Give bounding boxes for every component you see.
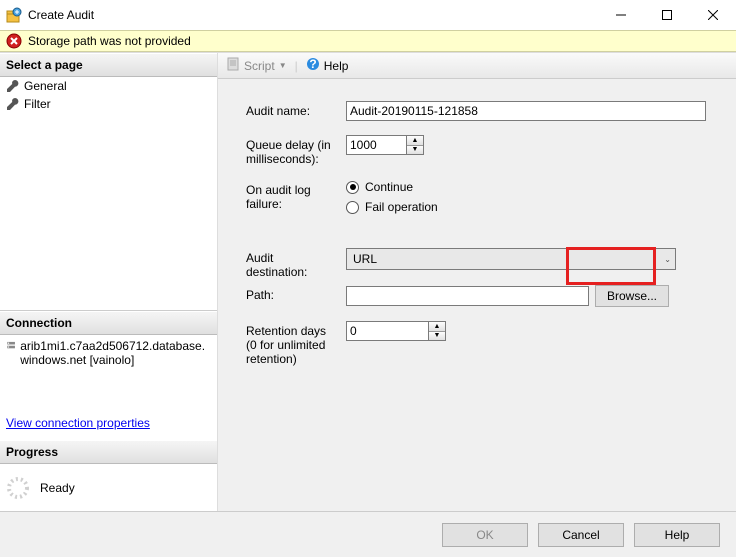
page-item-filter[interactable]: Filter bbox=[0, 95, 217, 113]
retention-input[interactable] bbox=[346, 321, 428, 341]
script-label: Script bbox=[244, 59, 275, 73]
page-item-label: Filter bbox=[24, 97, 51, 111]
left-pane: Select a page General Filter Connection … bbox=[0, 53, 218, 511]
select-value: URL bbox=[353, 252, 377, 266]
wrench-icon bbox=[6, 97, 20, 111]
queue-delay-label: Queue delay (in milliseconds): bbox=[246, 135, 338, 166]
audit-destination-label: Audit destination: bbox=[246, 248, 338, 279]
select-page-header: Select a page bbox=[0, 53, 217, 77]
help-label: Help bbox=[324, 59, 349, 73]
spin-down-button[interactable]: ▼ bbox=[429, 332, 445, 341]
connection-server: arib1mi1.c7aa2d506712.database.windows.n… bbox=[20, 339, 211, 367]
queue-delay-input[interactable] bbox=[346, 135, 406, 155]
app-icon bbox=[6, 7, 22, 23]
error-message: Storage path was not provided bbox=[28, 34, 191, 48]
path-input[interactable] bbox=[346, 286, 589, 306]
script-icon bbox=[226, 57, 240, 74]
toolbar: Script ▼ | ? Help bbox=[218, 53, 736, 79]
svg-text:?: ? bbox=[309, 57, 316, 71]
script-button[interactable]: Script ▼ bbox=[222, 55, 291, 76]
page-item-general[interactable]: General bbox=[0, 77, 217, 95]
progress-spinner-icon bbox=[6, 476, 30, 500]
spin-down-button[interactable]: ▼ bbox=[407, 146, 423, 155]
audit-name-input[interactable] bbox=[346, 101, 706, 121]
help-button[interactable]: Help bbox=[634, 523, 720, 547]
progress-header: Progress bbox=[0, 440, 217, 464]
retention-label: Retention days (0 for unlimited retentio… bbox=[246, 321, 338, 366]
on-failure-label: On audit log failure: bbox=[246, 180, 338, 211]
help-button[interactable]: ? Help bbox=[302, 55, 353, 76]
browse-button[interactable]: Browse... bbox=[595, 285, 669, 307]
chevron-down-icon: ▼ bbox=[279, 61, 287, 70]
ok-button[interactable]: OK bbox=[442, 523, 528, 547]
radio-label: Continue bbox=[365, 180, 413, 194]
help-icon: ? bbox=[306, 57, 320, 74]
error-bar: Storage path was not provided bbox=[0, 30, 736, 52]
form-area: Audit name: Queue delay (in milliseconds… bbox=[218, 79, 736, 511]
cancel-button[interactable]: Cancel bbox=[538, 523, 624, 547]
progress-status: Ready bbox=[40, 481, 75, 495]
window-title: Create Audit bbox=[28, 8, 94, 22]
audit-name-label: Audit name: bbox=[246, 101, 338, 118]
radio-icon bbox=[346, 181, 359, 194]
spin-up-button[interactable]: ▲ bbox=[429, 322, 445, 332]
error-icon bbox=[6, 33, 22, 49]
close-button[interactable] bbox=[690, 0, 736, 30]
connection-header: Connection bbox=[0, 311, 217, 335]
dialog-footer: OK Cancel Help bbox=[0, 511, 736, 557]
radio-icon bbox=[346, 201, 359, 214]
maximize-button[interactable] bbox=[644, 0, 690, 30]
radio-label: Fail operation bbox=[365, 200, 438, 214]
minimize-button[interactable] bbox=[598, 0, 644, 30]
path-label: Path: bbox=[246, 285, 338, 302]
radio-continue[interactable]: Continue bbox=[346, 180, 708, 194]
page-list: General Filter bbox=[0, 77, 217, 311]
audit-destination-select[interactable]: URL ⌄ bbox=[346, 248, 676, 270]
radio-fail-operation[interactable]: Fail operation bbox=[346, 200, 708, 214]
right-pane: Script ▼ | ? Help Audit name: Queue dela… bbox=[218, 53, 736, 511]
page-item-label: General bbox=[24, 79, 67, 93]
server-icon bbox=[6, 339, 16, 355]
connection-body: arib1mi1.c7aa2d506712.database.windows.n… bbox=[0, 335, 217, 371]
chevron-down-icon: ⌄ bbox=[664, 255, 671, 264]
spin-up-button[interactable]: ▲ bbox=[407, 136, 423, 146]
view-connection-properties-link[interactable]: View connection properties bbox=[0, 406, 217, 440]
title-bar: Create Audit bbox=[0, 0, 736, 30]
wrench-icon bbox=[6, 79, 20, 93]
